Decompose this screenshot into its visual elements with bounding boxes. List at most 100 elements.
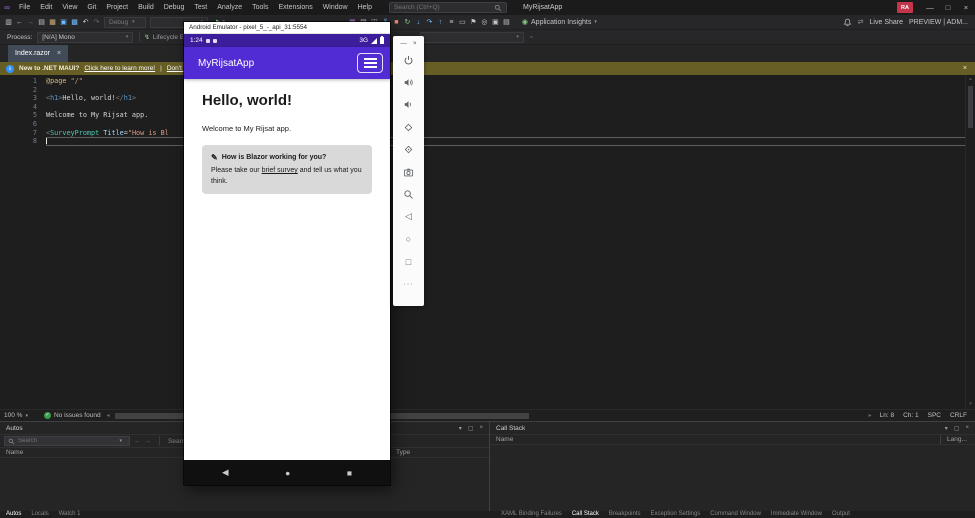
scroll-down-icon[interactable]: ▾ [966, 400, 975, 409]
new-file-icon[interactable]: ▤ [36, 15, 47, 30]
home-icon[interactable]: ○ [393, 228, 424, 250]
toolbar-overflow-icon[interactable]: ▫ [526, 30, 537, 45]
tool-window-tab[interactable]: Immediate Window [767, 511, 826, 518]
column-header-lang[interactable]: Lang... [941, 435, 975, 444]
autos-search-box[interactable]: ▾ [4, 436, 130, 446]
diagnostics-icon[interactable]: ◎ [479, 15, 490, 30]
rotate-left-icon[interactable] [393, 116, 424, 138]
code-line[interactable]: 2 [0, 86, 975, 95]
menu-item[interactable]: Tools [247, 0, 273, 15]
emulator-close-icon[interactable]: × [413, 40, 417, 47]
autos-search-input[interactable] [18, 438, 116, 444]
zoom-icon[interactable] [393, 183, 424, 205]
code-line[interactable]: 1@page "/" [0, 77, 975, 86]
hscroll-left-icon[interactable]: ◂ [107, 412, 110, 419]
step-into-icon[interactable]: ↓ [413, 15, 424, 30]
window-position-icon[interactable]: ▾ [945, 425, 948, 432]
close-panel-icon[interactable]: × [965, 425, 969, 432]
editor-vertical-scrollbar[interactable]: ▴ ▾ [965, 75, 975, 409]
emulator-title-bar[interactable]: Android Emulator - pixel_5_-_api_31:5554 [184, 22, 390, 34]
tab-close-icon[interactable]: × [57, 50, 61, 57]
column-header-name[interactable]: Name [490, 435, 941, 444]
search-input[interactable] [394, 4, 494, 11]
code-editor[interactable]: 1@page "/"23<h1>Hello, world!</h1>45Welc… [0, 75, 975, 409]
prev-result-icon[interactable]: ← [134, 438, 141, 445]
notifications-bell-icon[interactable] [843, 18, 852, 27]
scrollbar-thumb[interactable] [968, 86, 973, 128]
menu-item[interactable]: File [14, 0, 35, 15]
thread-dropdown[interactable]: ▾ [420, 32, 524, 43]
process-dropdown[interactable]: [N/A] Mono ▾ [37, 32, 133, 43]
brief-survey-link[interactable]: brief survey [262, 167, 298, 174]
menu-item[interactable]: View [57, 0, 82, 15]
step-over-icon[interactable]: ↷ [424, 15, 435, 30]
menu-item[interactable]: Edit [35, 0, 57, 15]
code-line[interactable]: 3<h1>Hello, world!</h1> [0, 94, 975, 103]
call-stack-panel-header[interactable]: Call Stack ▾ ▢ × [490, 422, 975, 434]
zoom-dropdown[interactable]: 100 % ▾ [4, 412, 38, 419]
tool-window-tab[interactable]: Call Stack [568, 511, 603, 518]
infobar-close-icon[interactable]: × [963, 65, 967, 72]
menu-item[interactable]: Extensions [273, 0, 317, 15]
nav-back-button[interactable]: ◀ [222, 467, 229, 478]
menu-item[interactable]: Test [189, 0, 212, 15]
save-icon[interactable]: ▣ [58, 15, 69, 30]
menu-item[interactable]: Git [82, 0, 101, 15]
preview-channel-badge[interactable]: PREVIEW | ADM... [909, 19, 968, 26]
screenshot-camera-icon[interactable] [393, 161, 424, 183]
overview-icon[interactable]: □ [393, 251, 424, 273]
bookmark-icon[interactable]: ⚑ [468, 15, 479, 30]
tool-window-tab[interactable]: XAML Binding Failures [497, 511, 566, 518]
configuration-dropdown[interactable]: Debug ▾ [104, 17, 146, 28]
navigate-forward-icon[interactable]: → [25, 15, 36, 30]
redo-icon[interactable]: ↷ [91, 15, 102, 30]
scroll-up-icon[interactable]: ▴ [966, 75, 975, 84]
maximize-panel-icon[interactable]: ▢ [954, 425, 960, 432]
restart-icon[interactable]: ↻ [402, 15, 413, 30]
code-line[interactable]: 5Welcome to My Rijsat app. [0, 111, 975, 120]
volume-down-icon[interactable] [393, 94, 424, 116]
code-line[interactable]: 8 [0, 137, 975, 146]
spaces-indicator[interactable]: SPC [928, 412, 941, 419]
code-line[interactable]: 4 [0, 103, 975, 112]
rotate-right-icon[interactable] [393, 139, 424, 161]
tool-window-tab[interactable]: Command Window [706, 511, 765, 518]
volume-up-icon[interactable] [393, 71, 424, 93]
column-header-name[interactable]: Name [0, 448, 200, 457]
code-line[interactable]: 6 [0, 120, 975, 129]
save-all-icon[interactable]: ▩ [69, 15, 80, 30]
stop-debugging-icon[interactable]: ■ [391, 15, 402, 30]
tab-index-razor[interactable]: Index.razor × [8, 45, 68, 62]
window-position-icon[interactable]: ▾ [459, 425, 462, 432]
menu-item[interactable]: Debug [159, 0, 190, 15]
nav-home-button[interactable]: ● [285, 468, 290, 478]
navigate-back-icon[interactable]: ← [14, 15, 25, 30]
infobar-learn-more-link[interactable]: Click here to learn more! [84, 65, 155, 72]
open-file-icon[interactable]: ▦ [47, 15, 58, 30]
application-insights-button[interactable]: ◉ Application Insights ▾ [522, 18, 601, 26]
issues-indicator[interactable]: ✓ No issues found [38, 412, 107, 419]
power-icon[interactable] [393, 49, 424, 71]
close-panel-icon[interactable]: × [479, 425, 483, 432]
account-avatar[interactable]: RA [897, 2, 913, 13]
emulator-minimize-icon[interactable]: — [400, 40, 407, 47]
call-hierarchy-icon[interactable]: ▤ [501, 15, 512, 30]
tool-window-tab[interactable]: Autos [2, 511, 25, 518]
undo-icon[interactable]: ↶ [80, 15, 91, 30]
maximize-panel-icon[interactable]: ▢ [468, 425, 474, 432]
threads-icon[interactable]: ≡ [446, 15, 457, 30]
memory-icon[interactable]: ▣ [490, 15, 501, 30]
step-out-icon[interactable]: ↑ [435, 15, 446, 30]
menu-item[interactable]: Help [353, 0, 377, 15]
menu-item[interactable]: Analyze [212, 0, 247, 15]
tool-window-tab[interactable]: Output [828, 511, 854, 518]
close-button[interactable]: × [957, 0, 975, 15]
nav-overview-button[interactable]: ■ [347, 468, 352, 478]
window-layout-icon[interactable]: ▥ [3, 15, 14, 30]
minimize-button[interactable]: — [921, 0, 939, 15]
quick-search-box[interactable] [389, 2, 507, 13]
menu-item[interactable]: Build [133, 0, 159, 15]
hamburger-menu-button[interactable] [357, 53, 383, 73]
back-icon[interactable]: ◁ [393, 206, 424, 228]
line-ending-indicator[interactable]: CRLF [950, 412, 967, 419]
